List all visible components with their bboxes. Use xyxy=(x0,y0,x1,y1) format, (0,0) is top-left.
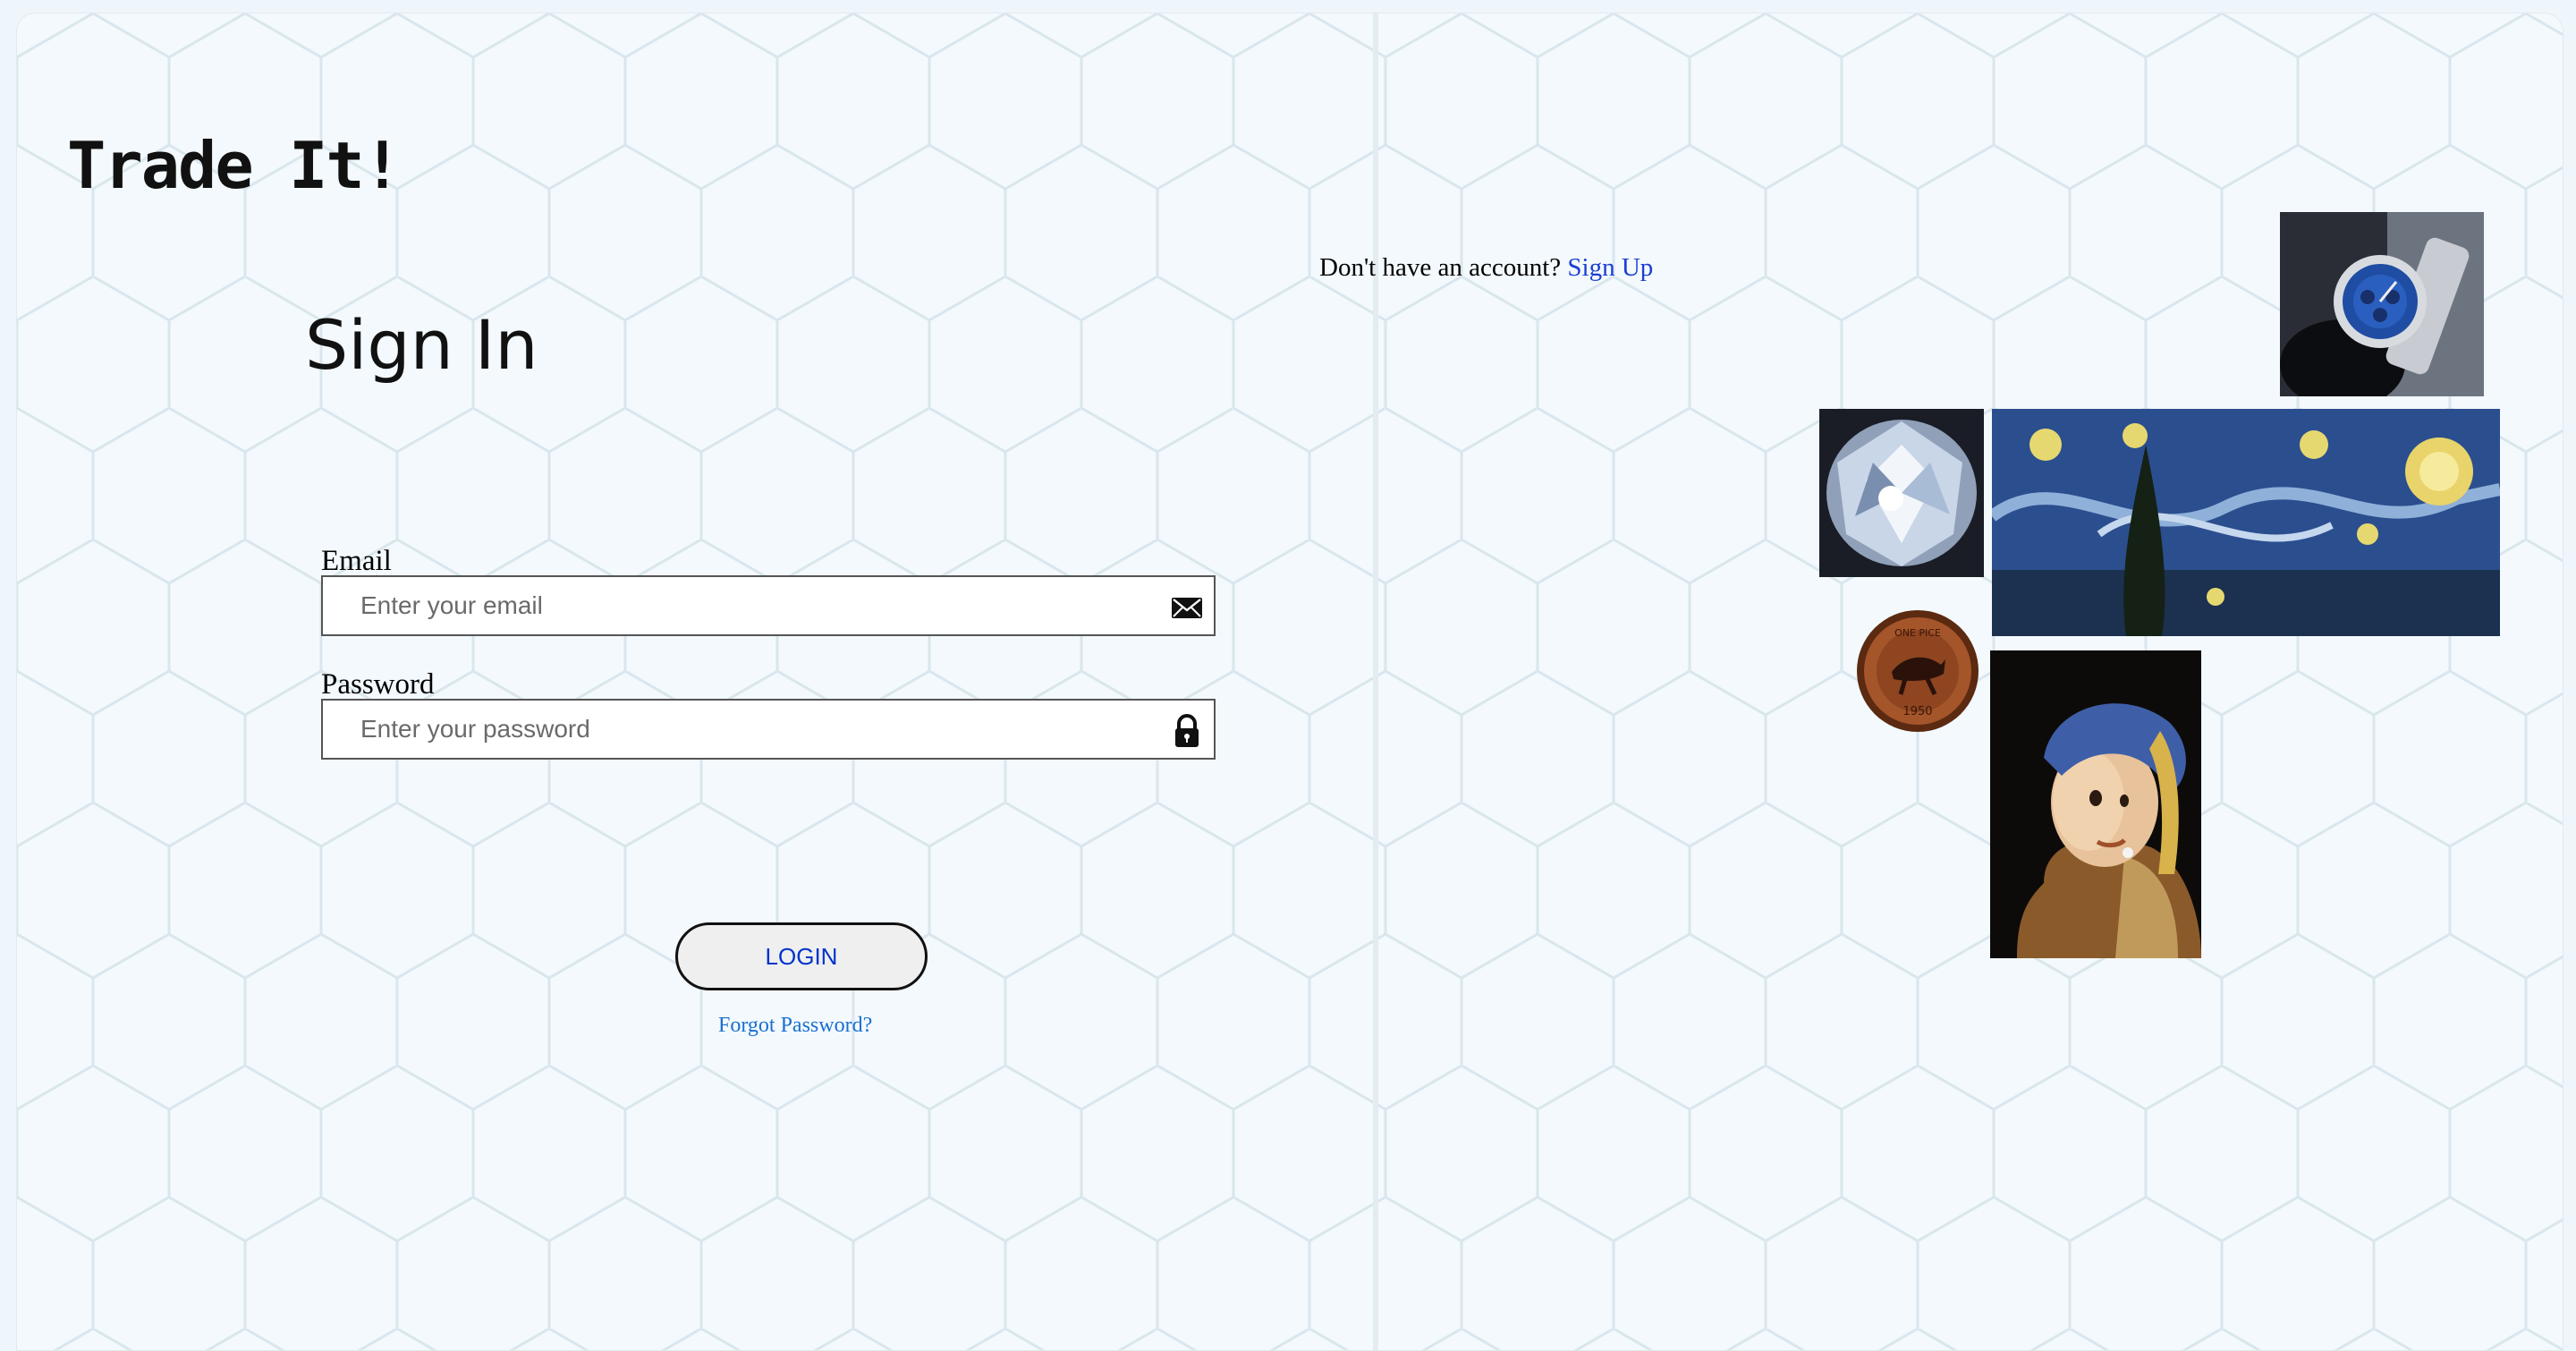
coin-year: 1950 xyxy=(1902,705,1932,718)
lock-icon xyxy=(1169,713,1205,749)
starry-night-image xyxy=(1992,409,2500,636)
app-logo: Trade It! xyxy=(67,128,402,203)
coin-image: ONE PICE 1950 xyxy=(1856,609,1979,733)
password-label: Password xyxy=(321,668,435,701)
signup-link[interactable]: Sign Up xyxy=(1567,253,1653,282)
email-label: Email xyxy=(321,545,392,577)
page-frame: Trade It! Sign In Email Password LOGIN F… xyxy=(16,13,2563,1351)
email-field-wrapper xyxy=(321,575,1216,636)
forgot-password-link[interactable]: Forgot Password? xyxy=(718,1014,872,1038)
watch-image xyxy=(2280,212,2484,396)
password-field[interactable] xyxy=(323,701,1214,758)
password-field-wrapper xyxy=(321,699,1216,760)
signup-prompt-text: Don't have an account? xyxy=(1319,253,1562,282)
page-title: Sign In xyxy=(305,305,538,385)
panel-divider xyxy=(1373,13,1378,1350)
diamond-image xyxy=(1819,409,1984,577)
signup-prompt: Don't have an account? Sign Up xyxy=(1319,253,1653,283)
coin-text-top: ONE PICE xyxy=(1894,627,1941,639)
pearl-earring-image xyxy=(1990,650,2201,958)
envelope-icon xyxy=(1169,590,1205,625)
login-button[interactable]: LOGIN xyxy=(675,922,928,990)
email-field[interactable] xyxy=(323,577,1214,634)
